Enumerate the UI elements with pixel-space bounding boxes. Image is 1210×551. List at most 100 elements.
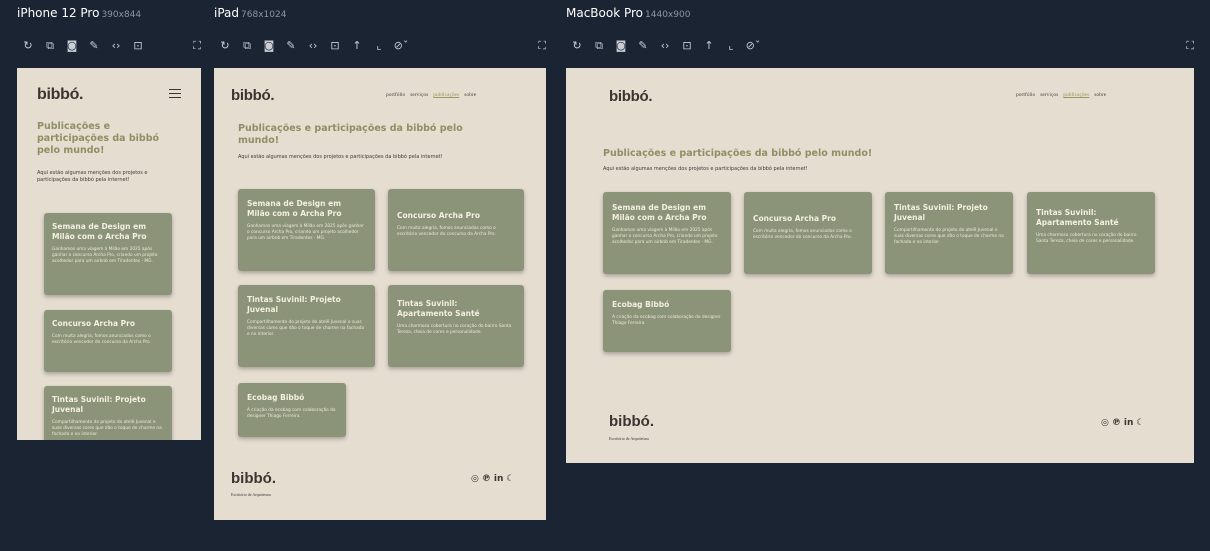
nav-link-publicacoes[interactable]: publicações — [433, 92, 459, 98]
nav-link-portfolio[interactable]: portfólio — [1016, 92, 1035, 98]
eye-off-icon[interactable]: ⊘ˇ — [390, 38, 412, 54]
card-description: Compartilhamento do projeto do atelê Juv… — [894, 227, 1004, 245]
nav-link-portfolio[interactable]: portfólio — [386, 92, 405, 98]
nav-link-sobre[interactable]: sobre — [1094, 92, 1106, 98]
pen-icon[interactable]: ✎ — [632, 38, 654, 54]
card-description: Ganhamos uma viagem à Milão em 2025 após… — [52, 246, 158, 264]
site-logo[interactable]: bibbó. — [609, 88, 652, 105]
toolbar-ipad: ↻ ⧉ ◙ ✎ ‹› ⊡ ↑ ⌞ ⊘ˇ ⛶ — [214, 38, 546, 54]
instagram-icon[interactable]: ◎ — [1101, 418, 1109, 428]
instagram-icon[interactable]: ◎ — [471, 474, 479, 484]
card-description: Com muita alegria, fomos anunciados como… — [397, 225, 496, 237]
footer-tagline: Escritório de Arquitetura — [609, 436, 649, 441]
page-subtitle: Aqui estão algumas menções dos projetos … — [603, 166, 808, 172]
nav-link-publicacoes[interactable]: publicações — [1063, 92, 1089, 98]
hamburger-menu-icon[interactable] — [169, 89, 181, 98]
device-dims: 390x844 — [101, 10, 142, 20]
rotate-icon[interactable]: ⧉ — [39, 38, 61, 54]
crop-icon[interactable]: ⌞ — [368, 38, 390, 54]
refresh-icon[interactable]: ↻ — [17, 38, 39, 54]
moon-icon[interactable]: ☾ — [506, 474, 514, 484]
nav-link-servicos[interactable]: serviços — [410, 92, 428, 98]
device-label-macbook: MacBook Pro 1440x900 — [566, 6, 690, 20]
card-title: Ecobag Bibbó — [612, 300, 670, 309]
pinterest-icon[interactable]: ℗ — [482, 474, 491, 484]
card-description: A criação da ecobag com colaboração do d… — [247, 407, 336, 419]
pen-icon[interactable]: ✎ — [280, 38, 302, 54]
nav-link-servicos[interactable]: serviços — [1040, 92, 1058, 98]
card-title: Tintas Suvinil: Projeto Juvenal — [52, 395, 146, 414]
layout-icon[interactable]: ⊡ — [676, 38, 698, 54]
page-subtitle: Aqui estão algumas menções dos projetos … — [238, 154, 443, 160]
publication-card[interactable]: Ecobag Bibbó A criação da ecobag com col… — [603, 290, 731, 352]
card-title: Semana de Design em Milão com o Archa Pr… — [52, 222, 147, 241]
card-title: Ecobag Bibbó — [247, 393, 305, 402]
linkedin-icon[interactable]: in — [494, 474, 504, 484]
page-title: Publicações e participações da bibbó pel… — [603, 148, 873, 159]
code-icon[interactable]: ‹› — [654, 38, 676, 54]
site-logo[interactable]: bibbó. — [231, 87, 274, 104]
device-name: MacBook Pro — [566, 6, 644, 20]
rotate-icon[interactable]: ⧉ — [236, 38, 258, 54]
rotate-icon[interactable]: ⧉ — [588, 38, 610, 54]
pen-icon[interactable]: ✎ — [83, 38, 105, 54]
footer-logo[interactable]: bibbó. — [609, 413, 654, 430]
publication-card[interactable]: Tintas Suvinil: Projeto Juvenal Comparti… — [238, 285, 375, 367]
footer-social: ◎ ℗ in ☾ — [1101, 418, 1144, 428]
layout-icon[interactable]: ⊡ — [324, 38, 346, 54]
publication-card[interactable]: Tintas Suvinil: Apartamento Santé Uma ch… — [388, 285, 524, 367]
publication-card[interactable]: Tintas Suvinil: Projeto Juvenal Comparti… — [44, 386, 172, 440]
publication-card[interactable]: Semana de Design em Milão com o Archa Pr… — [238, 189, 375, 271]
arrow-up-icon[interactable]: ↑ — [698, 38, 720, 54]
pinterest-icon[interactable]: ℗ — [1112, 418, 1121, 428]
card-description: Compartilhamento do projeto do atelê Juv… — [247, 319, 365, 337]
footer-logo[interactable]: bibbó. — [231, 470, 276, 487]
linkedin-icon[interactable]: in — [1124, 418, 1134, 428]
layout-icon[interactable]: ⊡ — [127, 38, 149, 54]
card-title: Tintas Suvinil: Projeto Juvenal — [247, 295, 341, 314]
publication-card[interactable]: Concurso Archa Pro Com muita alegria, fo… — [44, 310, 172, 372]
card-description: Ganhamos uma viagem à Milão em 2025 após… — [612, 227, 718, 245]
toolbar-iphone: ↻ ⧉ ◙ ✎ ‹› ⊡ ⛶ — [17, 38, 201, 54]
card-description: Compartilhamento do projeto do atelê Juv… — [52, 419, 162, 437]
publication-card[interactable]: Concurso Archa Pro Com muita alegria, fo… — [388, 189, 524, 271]
code-icon[interactable]: ‹› — [105, 38, 127, 54]
publication-card[interactable]: Semana de Design em Milão com o Archa Pr… — [603, 192, 731, 274]
device-dims: 768x1024 — [241, 10, 287, 20]
publication-card[interactable]: Tintas Suvinil: Projeto Juvenal Comparti… — [885, 192, 1013, 274]
screenshot-icon[interactable]: ◙ — [61, 38, 83, 54]
refresh-icon[interactable]: ↻ — [566, 38, 588, 54]
refresh-icon[interactable]: ↻ — [214, 38, 236, 54]
expand-icon[interactable]: ⛶ — [193, 38, 201, 54]
card-description: Uma charmosa cobertura no coração do bai… — [1036, 232, 1137, 244]
footer-tagline: Escritório de Arquitetura — [231, 492, 271, 497]
device-dims: 1440x900 — [645, 10, 691, 20]
expand-icon[interactable]: ⛶ — [538, 38, 546, 54]
eye-off-icon[interactable]: ⊘ˇ — [742, 38, 764, 54]
card-description: Com muita alegria, fomos anunciados como… — [52, 333, 151, 345]
device-name: iPad — [214, 6, 240, 20]
screenshot-icon[interactable]: ◙ — [610, 38, 632, 54]
crop-icon[interactable]: ⌞ — [720, 38, 742, 54]
publication-card[interactable]: Ecobag Bibbó A criação da ecobag com col… — [238, 383, 346, 437]
card-title: Tintas Suvinil: Apartamento Santé — [397, 299, 480, 318]
main-nav: portfólio serviços publicações sobre — [386, 92, 476, 98]
toolbar-macbook: ↻ ⧉ ◙ ✎ ‹› ⊡ ↑ ⌞ ⊘ˇ ⛶ — [566, 38, 1194, 54]
publication-card[interactable]: Tintas Suvinil: Apartamento Santé Uma ch… — [1027, 192, 1155, 274]
device-label-iphone: iPhone 12 Pro 390x844 — [17, 6, 141, 20]
screenshot-icon[interactable]: ◙ — [258, 38, 280, 54]
expand-icon[interactable]: ⛶ — [1186, 38, 1194, 54]
card-description: A criação da ecobag com colaboração do d… — [612, 314, 721, 326]
code-icon[interactable]: ‹› — [302, 38, 324, 54]
arrow-up-icon[interactable]: ↑ — [346, 38, 368, 54]
nav-link-sobre[interactable]: sobre — [464, 92, 476, 98]
card-title: Concurso Archa Pro — [52, 319, 136, 328]
card-description: Uma charmosa cobertura no coração do bai… — [397, 323, 512, 335]
card-description: Ganhamos uma viagem à Milão em 2025 após… — [247, 223, 364, 241]
site-logo[interactable]: bibbó. — [37, 86, 83, 104]
moon-icon[interactable]: ☾ — [1136, 418, 1144, 428]
publication-card[interactable]: Semana de Design em Milão com o Archa Pr… — [44, 213, 172, 295]
card-title: Tintas Suvinil: Apartamento Santé — [1036, 208, 1119, 227]
publication-card[interactable]: Concurso Archa Pro Com muita alegria, fo… — [744, 192, 872, 274]
macbook-viewport: bibbó. portfólio serviços publicações so… — [566, 68, 1194, 463]
